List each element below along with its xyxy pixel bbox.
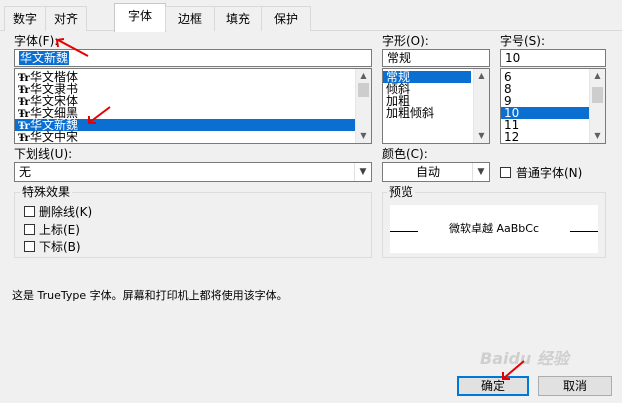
size-list-scrollbar[interactable]: ▲ ▼ [589, 69, 605, 143]
tab-strip-divider [0, 30, 622, 31]
tab-border[interactable]: 边框 [165, 6, 215, 31]
preview-box: 微软卓越 AaBbCc [390, 205, 598, 253]
underline-select[interactable]: 无 ▼ [14, 162, 372, 182]
subscript-checkbox[interactable] [24, 241, 35, 252]
scroll-up-icon[interactable]: ▲ [474, 71, 489, 81]
red-arrow-icon [52, 36, 92, 60]
size-input[interactable]: 10 [500, 49, 606, 67]
strikethrough-checkbox[interactable] [24, 206, 35, 217]
style-list-item[interactable]: 加粗倾斜 [383, 107, 471, 119]
underline-value: 无 [19, 165, 32, 179]
red-arrow-icon [86, 104, 116, 128]
effects-title: 特殊效果 [20, 185, 73, 199]
red-arrow-icon [500, 358, 530, 382]
scroll-up-icon[interactable]: ▲ [590, 71, 605, 81]
superscript-checkbox[interactable] [24, 224, 35, 235]
info-text: 这是 TrueType 字体。屏幕和打印机上都将使用该字体。 [12, 289, 288, 302]
cancel-button[interactable]: 取消 [538, 376, 612, 396]
font-list[interactable]: Ŧr华文楷体 Ŧr华文隶书 Ŧr华文宋体 Ŧr华文细黑 Ŧr华文新魏 Ŧr华文中… [14, 68, 372, 144]
color-select[interactable]: 自动 ▼ [382, 162, 490, 182]
tab-number[interactable]: 数字 [4, 6, 46, 31]
scroll-up-icon[interactable]: ▲ [356, 71, 371, 81]
normal-font-checkbox[interactable] [500, 167, 511, 178]
preview-sample: 微软卓越 AaBbCc [448, 222, 540, 235]
preview-title: 预览 [387, 185, 416, 199]
style-list[interactable]: 常规 倾斜 加粗 加粗倾斜 ▲ ▼ [382, 68, 490, 144]
color-label: 颜色(C): [382, 147, 428, 161]
tab-protection[interactable]: 保护 [261, 6, 311, 31]
tab-alignment[interactable]: 对齐 [45, 6, 87, 31]
truetype-icon: Ŧr [18, 133, 30, 144]
scroll-thumb[interactable] [592, 87, 603, 103]
size-label: 字号(S): [500, 34, 546, 48]
scroll-down-icon[interactable]: ▼ [590, 131, 605, 141]
size-list-item[interactable]: 8 [501, 83, 589, 95]
strikethrough-label: 删除线(K) [39, 205, 93, 219]
style-list-scrollbar[interactable]: ▲ ▼ [473, 69, 489, 143]
size-list-item[interactable]: 12 [501, 131, 589, 143]
tab-fill[interactable]: 填充 [214, 6, 262, 31]
chevron-down-icon[interactable]: ▼ [354, 163, 371, 181]
tab-font[interactable]: 字体 [114, 3, 166, 32]
chevron-down-icon[interactable]: ▼ [472, 163, 489, 181]
size-list[interactable]: 6 8 9 10 11 12 ▲ ▼ [500, 68, 606, 144]
style-label: 字形(O): [382, 34, 429, 48]
style-input[interactable]: 常规 [382, 49, 490, 67]
normal-font-label: 普通字体(N) [516, 166, 583, 180]
color-value: 自动 [415, 165, 440, 179]
scroll-down-icon[interactable]: ▼ [474, 131, 489, 141]
size-list-item[interactable]: 6 [501, 71, 589, 83]
font-list-scrollbar[interactable]: ▲ ▼ [355, 69, 371, 143]
font-list-item-label: 华文中宋 [30, 130, 79, 144]
superscript-label: 上标(E) [39, 223, 80, 237]
font-list-item[interactable]: Ŧr华文中宋 [15, 131, 355, 143]
scroll-down-icon[interactable]: ▼ [356, 131, 371, 141]
scroll-thumb[interactable] [358, 83, 369, 97]
subscript-label: 下标(B) [39, 240, 81, 254]
underline-label: 下划线(U): [14, 147, 73, 161]
